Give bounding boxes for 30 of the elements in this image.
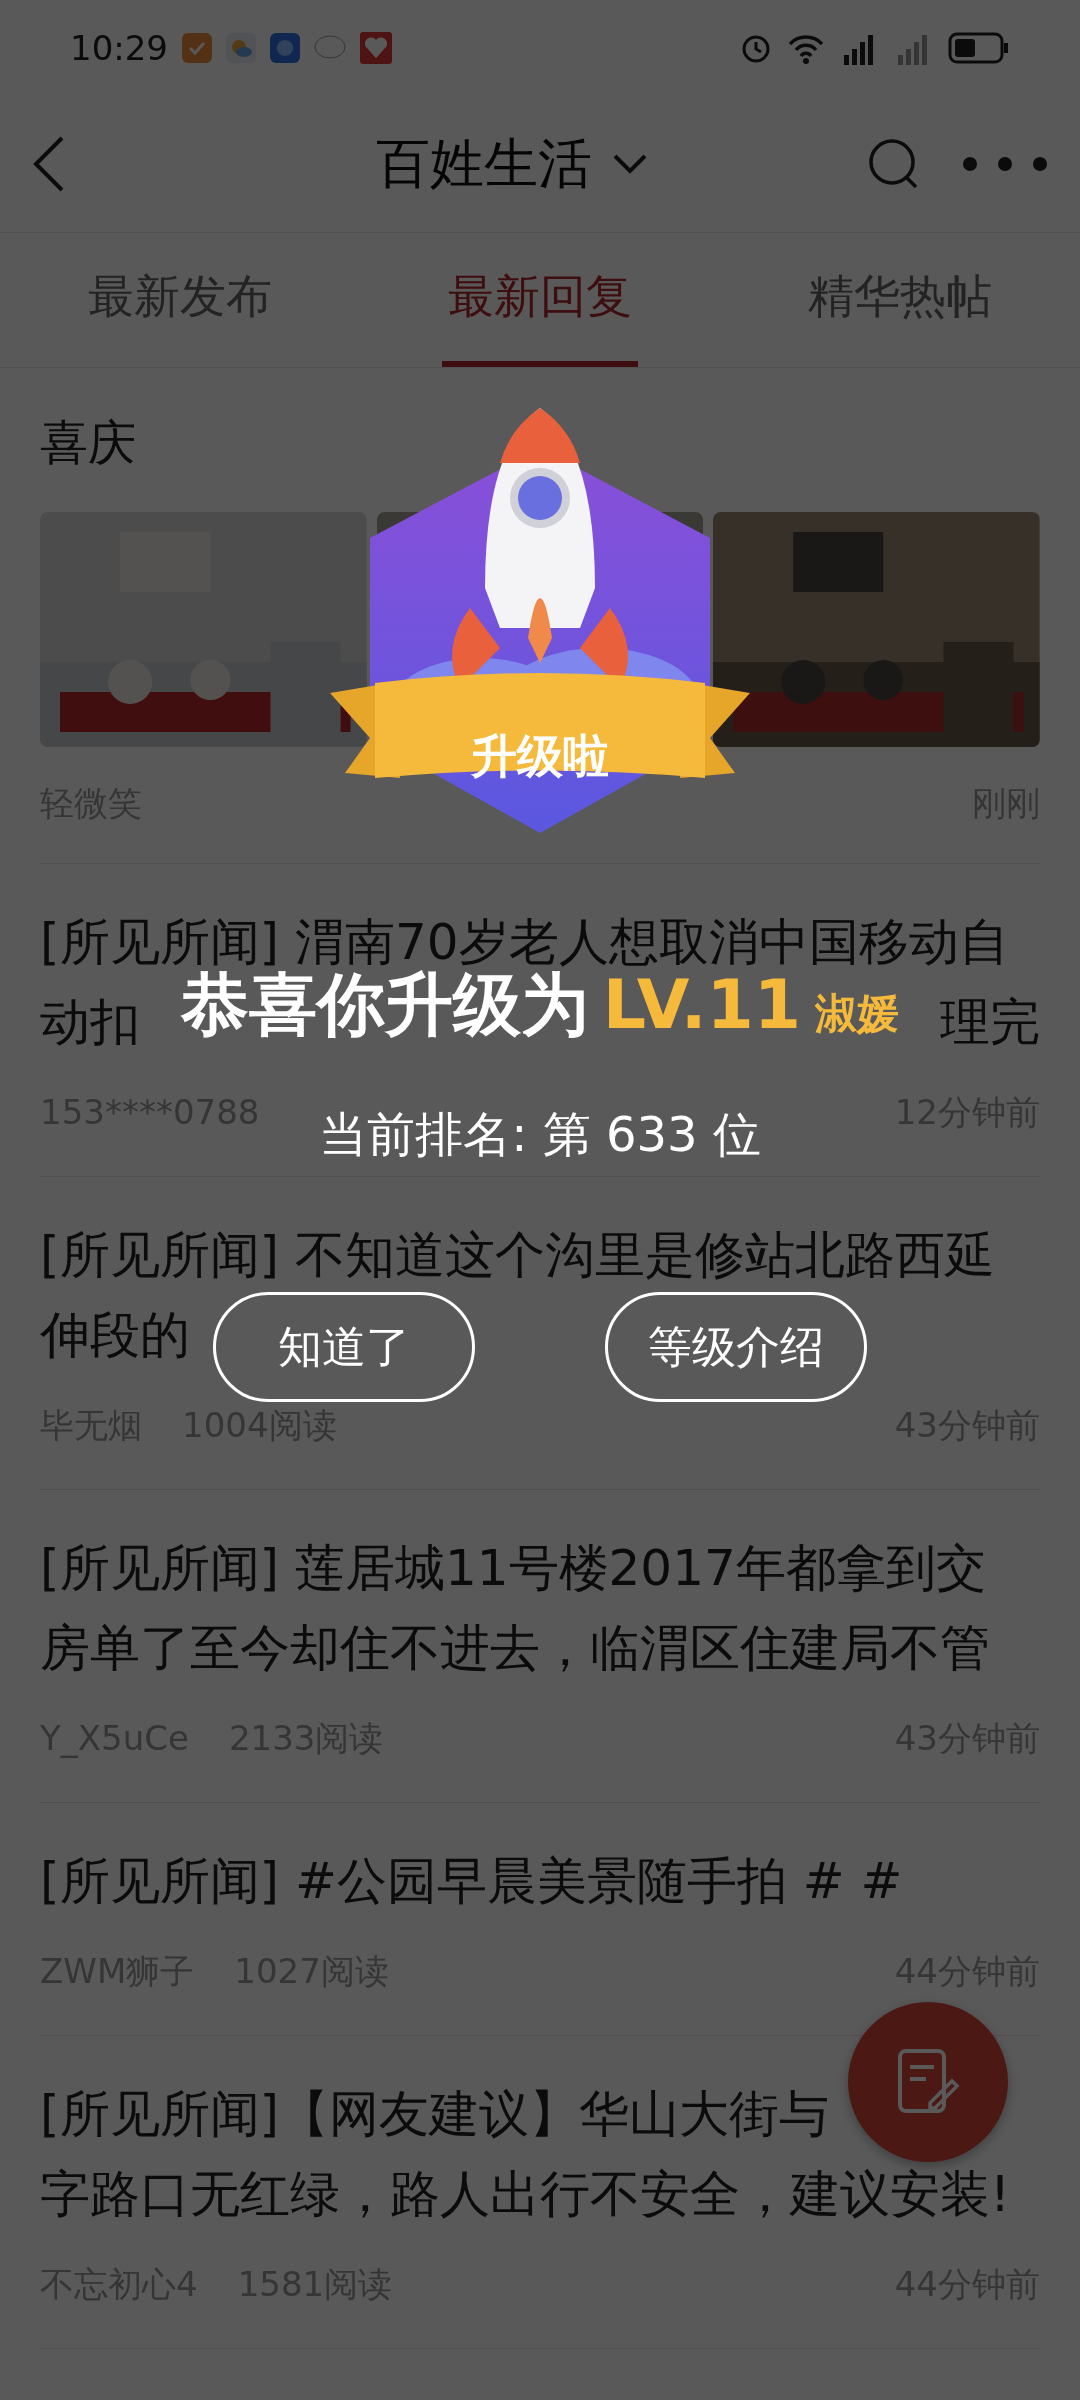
post-title[interactable]: [所见所闻] 莲居城11号楼2017年都拿到交	[40, 1538, 986, 1598]
weather-icon	[226, 33, 256, 63]
browser-icon	[270, 33, 300, 63]
chevron-down-icon	[612, 153, 648, 175]
post-title[interactable]: 字路口无红绿，路人出行不安全，建议安装!	[40, 2164, 1011, 2224]
post-title[interactable]: [所见所闻]【网友建议】华山大街与	[40, 2084, 829, 2144]
dialog-button[interactable]: 等级介绍	[605, 1292, 867, 1402]
level-title: 淑媛	[815, 988, 900, 1040]
wifi-icon	[786, 32, 826, 64]
post-title[interactable]: 理完	[940, 992, 1040, 1052]
forum-title-dropdown[interactable]: 百姓生活	[376, 127, 648, 201]
badge-label: 升级啦	[470, 728, 610, 785]
post-title[interactable]: 伸段的	[40, 1305, 190, 1365]
post-title[interactable]: [所见所闻] #公园早晨美景随手拍 # #	[40, 1851, 903, 1911]
message-icon	[314, 34, 346, 62]
post-title[interactable]: 动扣	[40, 992, 140, 1052]
shopping-app-icon	[360, 32, 392, 64]
app-notification-icon	[182, 33, 212, 63]
battery-icon	[948, 32, 1010, 64]
post-title[interactable]: [所见所闻] 不知道这个沟里是修站北路西延	[40, 1225, 995, 1285]
rank-text: 当前排名: 第 633 位	[319, 1106, 761, 1162]
dialog-button[interactable]: 知道了	[213, 1292, 475, 1402]
search-icon[interactable]	[868, 138, 920, 190]
section-title: 喜庆	[40, 413, 137, 472]
congrats-heading: 恭喜你升级为	[180, 965, 589, 1045]
tab[interactable]: 最新回复	[442, 233, 638, 367]
more-icon[interactable]	[960, 156, 1050, 172]
status-time: 10:29	[70, 28, 168, 68]
level-label: LV.11	[602, 965, 802, 1045]
post-title[interactable]: 房单了至今却住不进去，临渭区住建局不管	[40, 1618, 990, 1678]
